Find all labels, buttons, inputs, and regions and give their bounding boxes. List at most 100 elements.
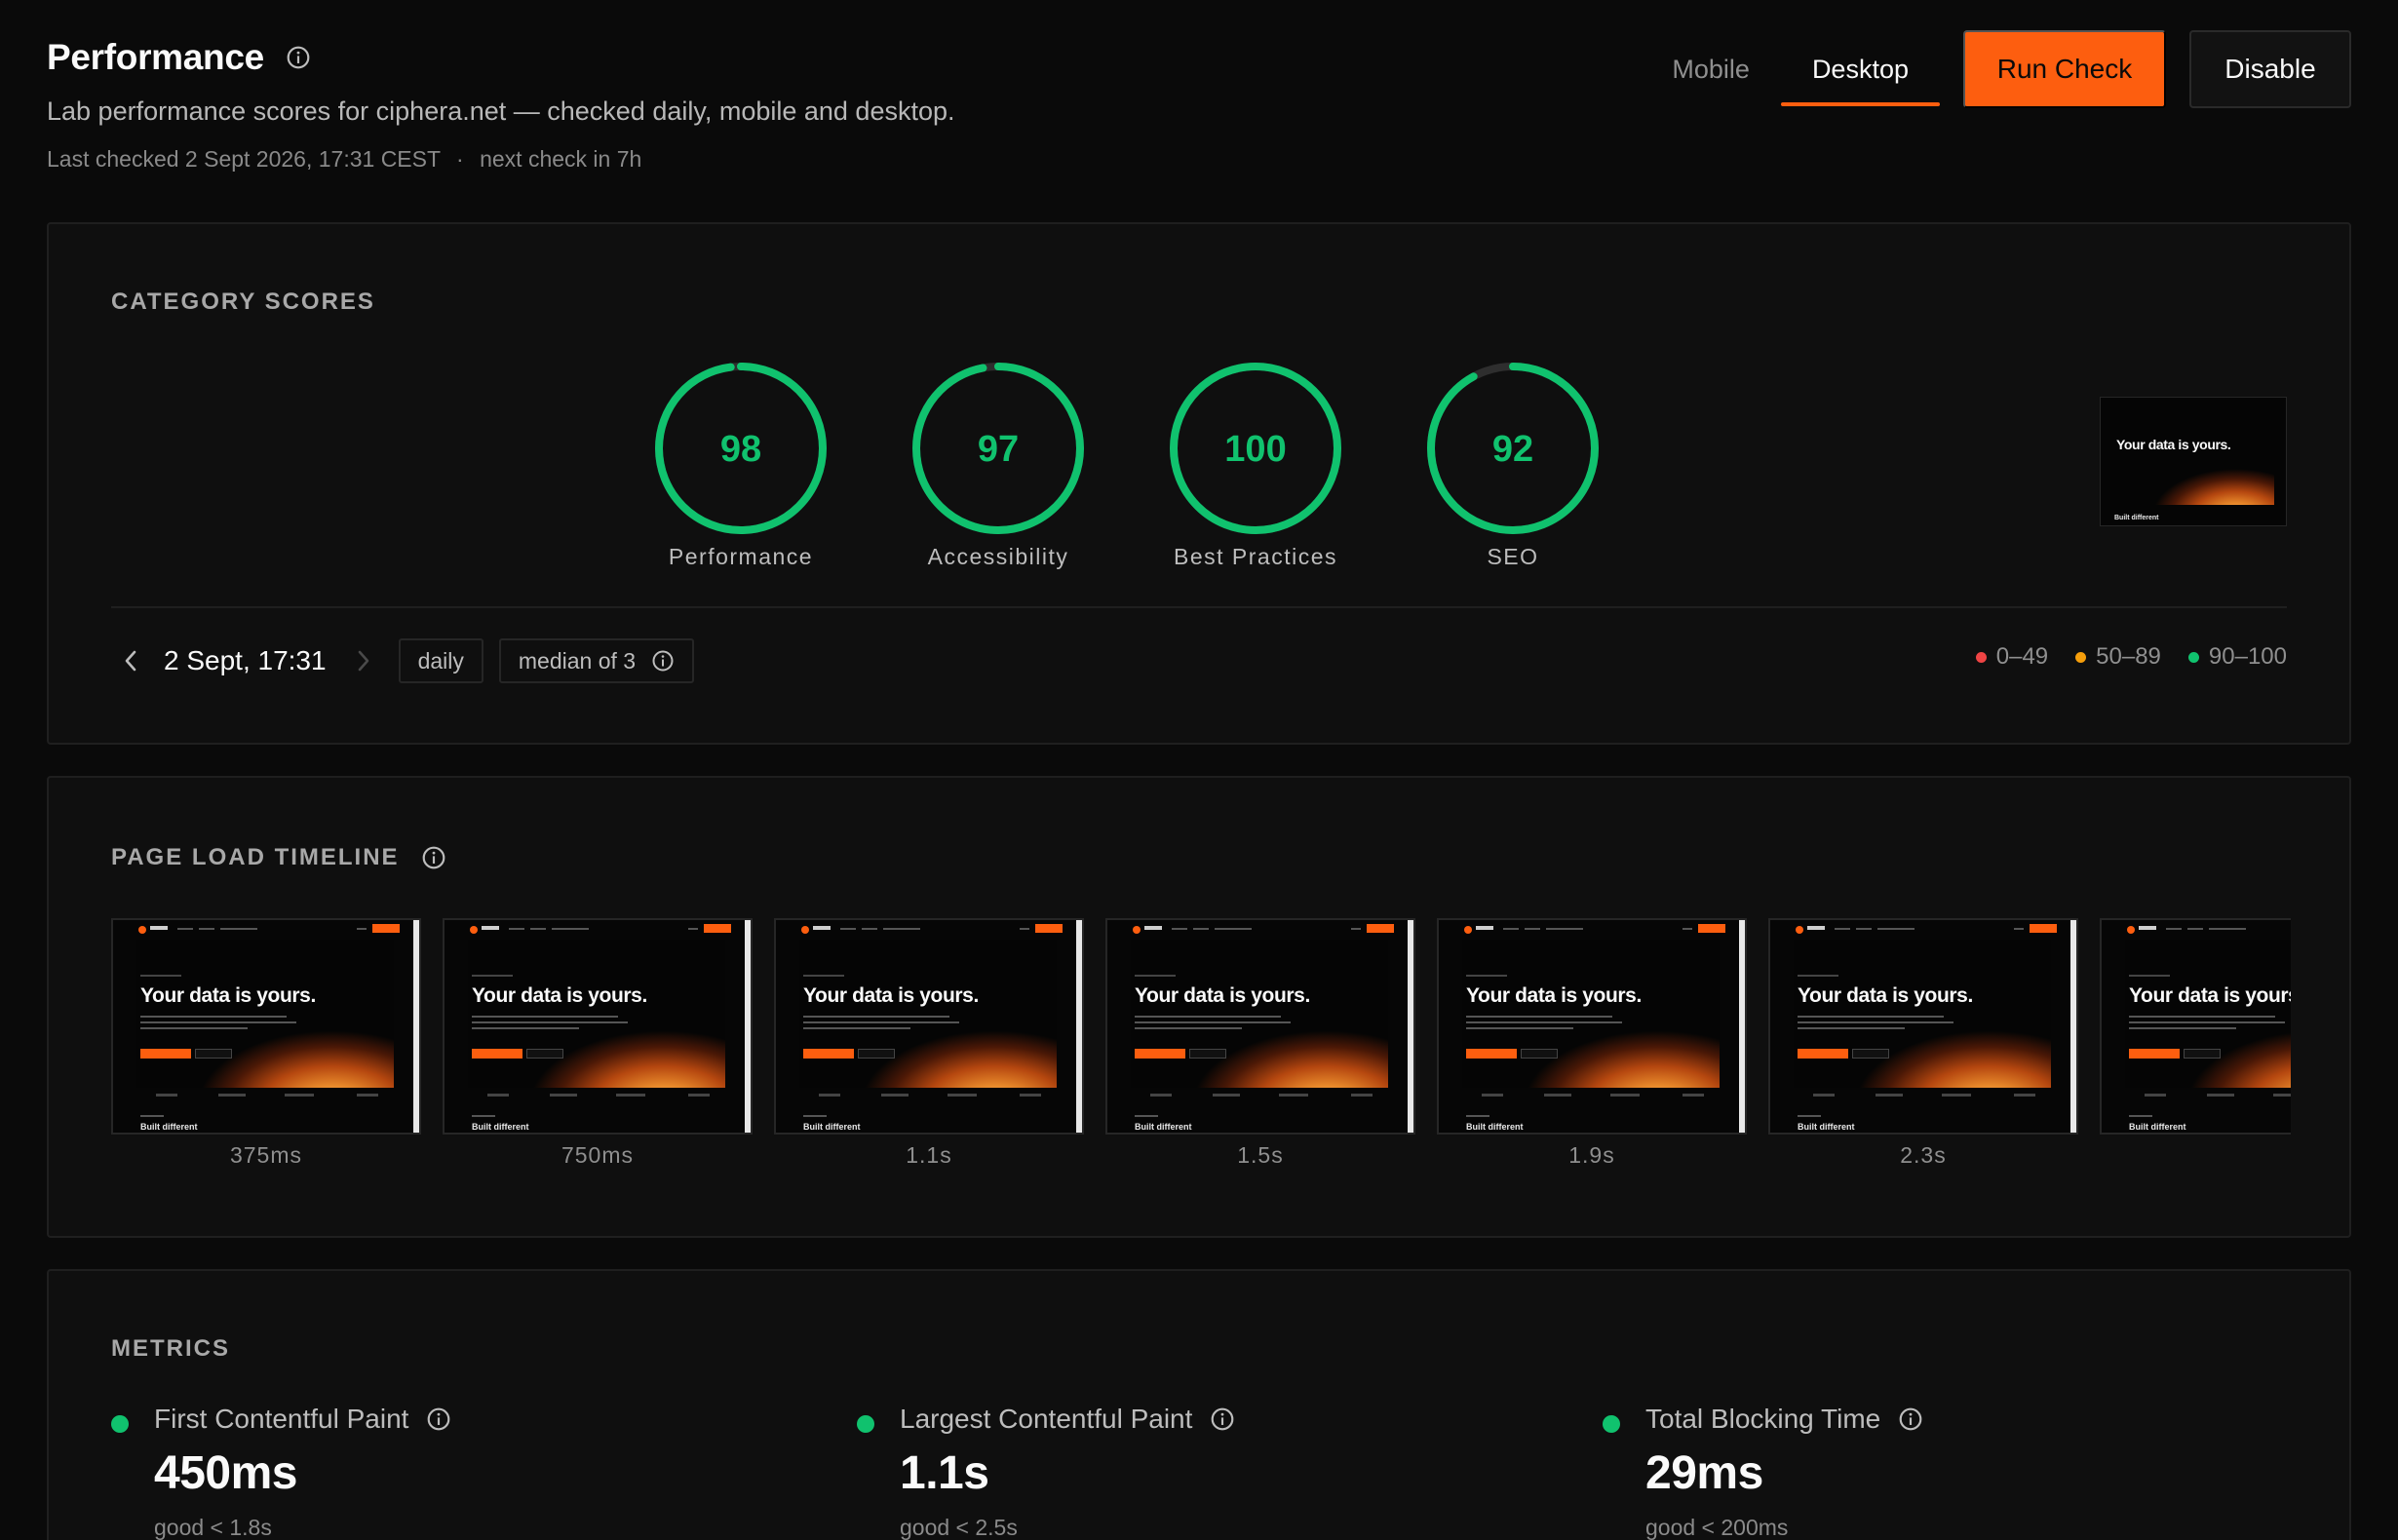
frame-headline: Your data is yours.: [2129, 984, 2291, 1007]
logo-icon: [1464, 926, 1472, 934]
disable-button[interactable]: Disable: [2189, 30, 2351, 108]
metric-first-contentful-paint: First Contentful Paint 450ms good < 1.8s: [111, 1404, 857, 1540]
metric-name: Largest Contentful Paint: [900, 1404, 1193, 1434]
last-checked-label: Last checked 2 Sept 2026, 17:31 CEST: [47, 146, 441, 172]
gauge-value-seo: 92: [1492, 429, 1533, 470]
filmstrip-frame[interactable]: Your data is yours. Built different 750ms: [443, 918, 753, 1181]
frame-screenshot: Your data is yours. Built different: [443, 918, 753, 1135]
frame-headline: Your data is yours.: [803, 984, 979, 1007]
metric-threshold: good < 200ms: [1645, 1515, 1789, 1540]
scrollbar: [1076, 920, 1082, 1133]
frame-headline: Your data is yours.: [140, 984, 316, 1007]
gauge-accessibility: 97 Accessibility: [870, 361, 1127, 570]
scrollbar: [2070, 920, 2076, 1133]
status-dot: [857, 1415, 874, 1433]
thumbnail-footer-heading: Built different: [2114, 515, 2159, 521]
info-icon[interactable]: [1210, 1406, 1235, 1432]
metrics-list: First Contentful Paint 450ms good < 1.8s…: [111, 1404, 2348, 1540]
metric-value: 1.1s: [900, 1447, 989, 1499]
top-actions: Mobile Desktop Run Check Disable: [1641, 30, 2351, 108]
gauge-performance: 98 Performance: [612, 361, 870, 570]
frame-headline: Your data is yours.: [1466, 984, 1642, 1007]
filmstrip-frame[interactable]: Your data is yours. Built different 375ms: [111, 918, 421, 1181]
last-checked-text: Last checked 2 Sept 2026, 17:31 CEST · n…: [47, 146, 641, 173]
frame-screenshot: Your data is yours. Built different: [1105, 918, 1415, 1135]
gauge-label-performance: Performance: [668, 544, 814, 569]
frame-footer-heading: Built different: [1466, 1122, 1524, 1132]
gauge-ring-best-practices: 100: [1170, 363, 1341, 534]
info-icon[interactable]: [1898, 1406, 1923, 1432]
frame-time: 1.1s: [906, 1142, 952, 1168]
frame-screenshot: Your data is yours. Built different: [111, 918, 421, 1135]
gauge-label-best-practices: Best Practices: [1174, 544, 1337, 569]
gauge-best-practices: 100 Best Practices: [1127, 361, 1384, 570]
status-dot: [1603, 1415, 1620, 1433]
metric-name: First Contentful Paint: [154, 1404, 409, 1434]
filmstrip-frame[interactable]: Your data is yours. Built different 1.1s: [774, 918, 1084, 1181]
metrics-heading: METRICS: [111, 1335, 230, 1362]
tab-desktop[interactable]: Desktop: [1780, 32, 1941, 106]
info-icon[interactable]: [421, 845, 446, 870]
legend-label-average: 50–89: [2096, 643, 2161, 670]
gauge-label-accessibility: Accessibility: [927, 544, 1069, 569]
final-screenshot-thumbnail[interactable]: Your data is yours. Built different: [2100, 397, 2287, 526]
score-gauges: 98 Performance 97 Accessibility 100 Best…: [612, 361, 1642, 570]
logo-icon: [1796, 926, 1803, 934]
frame-time: 1.9s: [1568, 1142, 1615, 1168]
filmstrip-frame[interactable]: Your data is yours.Built different2.6s: [2100, 918, 2291, 1181]
aggregation-badge: median of 3: [498, 638, 695, 683]
info-icon[interactable]: [286, 45, 311, 70]
scrollbar: [1408, 920, 1413, 1133]
gauge-label-seo: SEO: [1487, 544, 1539, 569]
frame-time: 2.3s: [1900, 1142, 1947, 1168]
timeline-heading-row: PAGE LOAD TIMELINE: [111, 844, 446, 871]
filmstrip-frame[interactable]: Your data is yours. Built different 1.5s: [1105, 918, 1415, 1181]
score-legend: 0–49 50–89 90–100: [1975, 643, 2287, 671]
info-icon[interactable]: [651, 649, 675, 673]
page-title: Performance: [47, 37, 264, 77]
frame-screenshot: Your data is yours. Built different: [1768, 918, 2078, 1135]
gauge-seo: 92 SEO: [1384, 361, 1642, 570]
scrollbar: [1739, 920, 1745, 1133]
divider: [111, 606, 2287, 608]
tab-mobile[interactable]: Mobile: [1641, 32, 1781, 106]
next-check-label: next check in 7h: [480, 146, 642, 172]
logo-icon: [801, 926, 809, 934]
gauge-value-best-practices: 100: [1224, 429, 1286, 470]
legend-item-average: 50–89: [2075, 643, 2161, 671]
frame-footer-heading: Built different: [472, 1122, 529, 1132]
info-icon[interactable]: [426, 1406, 451, 1432]
frame-screenshot: Your data is yours. Built different: [2100, 918, 2291, 1135]
legend-dot-average: [2075, 651, 2087, 663]
gauge-ring-seo: 92: [1427, 363, 1599, 534]
filmstrip-frame[interactable]: Your data is yours. Built different 2.3s: [1768, 918, 2078, 1181]
frame-footer-heading: Built different: [140, 1122, 198, 1132]
run-check-button[interactable]: Run Check: [1963, 30, 2166, 108]
metrics-card: METRICS First Contentful Paint 450ms goo…: [47, 1269, 2351, 1540]
metric-threshold: good < 1.8s: [154, 1515, 272, 1540]
run-navigator: 2 Sept, 17:31 daily median of 3: [111, 636, 695, 685]
run-date: 2 Sept, 17:31: [164, 645, 327, 675]
aggregation-label: median of 3: [518, 647, 637, 674]
filmstrip[interactable]: Your data is yours. Built different 375ms Y…: [111, 918, 2291, 1181]
metric-name: Total Blocking Time: [1645, 1404, 1881, 1434]
legend-dot-poor: [1975, 651, 1987, 663]
gauge-ring-performance: 98: [655, 363, 827, 534]
frame-screenshot: Your data is yours. Built different: [1437, 918, 1747, 1135]
frame-time: 375ms: [229, 1142, 303, 1168]
frequency-label: daily: [417, 647, 464, 674]
frame-headline: Your data is yours.: [472, 984, 647, 1007]
separator-dot: ·: [456, 146, 464, 172]
filmstrip-frame[interactable]: Your data is yours. Built different 1.9s: [1437, 918, 1747, 1181]
legend-item-poor: 0–49: [1975, 643, 2048, 671]
page-header: Performance Lab performance scores for c…: [47, 0, 2351, 195]
metric-threshold: good < 2.5s: [900, 1515, 1018, 1540]
frame-footer-heading: Built different: [2129, 1122, 2186, 1132]
frame-time: 750ms: [561, 1142, 635, 1168]
title-row: Performance: [47, 37, 311, 78]
chevron-left-icon[interactable]: [111, 636, 150, 685]
scrollbar: [413, 920, 419, 1133]
frame-headline: Your data is yours.: [1135, 984, 1310, 1007]
chevron-right-icon[interactable]: [344, 636, 383, 685]
legend-item-good: 90–100: [2187, 643, 2287, 671]
